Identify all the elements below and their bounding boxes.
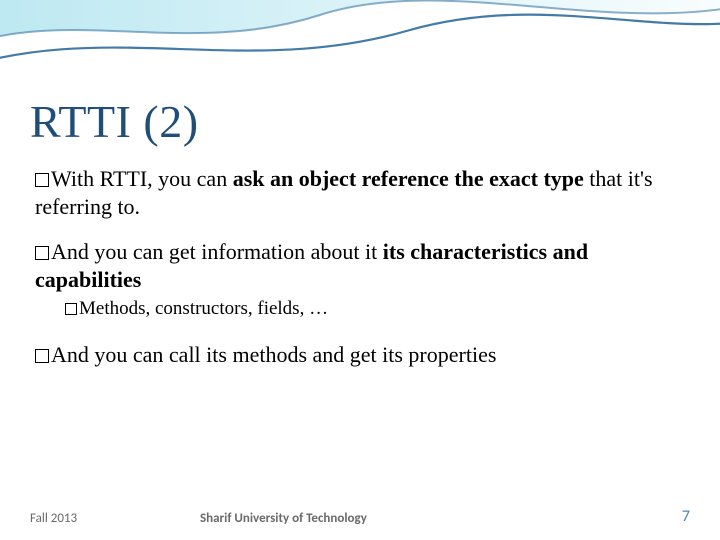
bullet-1-text-a: With RTTI, you can — [51, 166, 233, 191]
footer-date: Fall 2013 — [30, 511, 77, 526]
decorative-wave — [0, 0, 720, 110]
bullet-2: And you can get information about it its… — [35, 238, 675, 293]
footer-institution: Sharif University of Technology — [200, 511, 367, 526]
bullet-3: And you can call its methods and get its… — [35, 341, 675, 369]
page-number: 7 — [682, 507, 690, 526]
bullet-2-sub: Methods, constructors, fields, … — [65, 297, 675, 321]
bullet-1: With RTTI, you can ask an object referen… — [35, 165, 675, 220]
bullet-2-text-a: And you can get information about it — [51, 239, 383, 264]
bullet-box-icon — [35, 349, 49, 363]
bullet-box-icon — [35, 246, 49, 260]
bullet-1-text-bold: ask an object reference the exact type — [233, 166, 584, 191]
footer: Fall 2013 Sharif University of Technolog… — [0, 504, 720, 526]
slide-title: RTTI (2) — [30, 95, 199, 148]
bullet-box-icon — [65, 303, 77, 315]
bullet-box-icon — [35, 173, 49, 187]
bullet-2-sub-text: Methods, constructors, fields, … — [79, 298, 328, 319]
slide-body: With RTTI, you can ask an object referen… — [35, 165, 675, 368]
bullet-3-text: And you can call its methods and get its… — [51, 342, 496, 367]
